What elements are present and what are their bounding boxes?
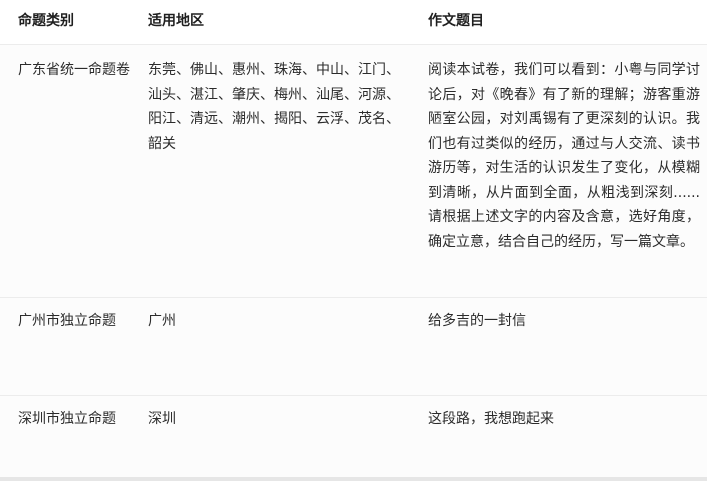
- row-category: 深圳市独立命题: [18, 411, 116, 427]
- row-region: 深圳: [148, 411, 176, 427]
- table-row: 广州市独立命题 广州 给多吉的一封信: [0, 297, 707, 396]
- row-prompt: 这段路，我想跑起来: [428, 411, 554, 427]
- row-region: 东莞、佛山、惠州、珠海、中山、江门、汕头、湛江、肇庆、梅州、汕尾、河源、阳江、清…: [148, 62, 400, 152]
- row-category: 广州市独立命题: [18, 313, 116, 329]
- header-region: 适用地区: [148, 13, 204, 29]
- row-prompt: 阅读本试卷，我们可以看到：小粤与同学讨论后，对《晚春》有了新的理解；游客重游陋室…: [428, 62, 700, 250]
- table-row: 广东省统一命题卷 东莞、佛山、惠州、珠海、中山、江门、汕头、湛江、肇庆、梅州、汕…: [0, 44, 707, 298]
- header-prompt: 作文题目: [428, 13, 484, 29]
- row-category: 广东省统一命题卷: [18, 62, 130, 78]
- horizontal-scrollbar[interactable]: [0, 477, 707, 481]
- header-category: 命题类别: [18, 13, 74, 29]
- table-header-row: 命题类别 适用地区 作文题目: [0, 0, 707, 44]
- essay-topic-table: 命题类别 适用地区 作文题目 广东省统一命题卷 东莞、佛山、惠州、珠海、中山、江…: [0, 0, 707, 481]
- row-prompt: 给多吉的一封信: [428, 313, 526, 329]
- table-row: 深圳市独立命题 深圳 这段路，我想跑起来: [0, 395, 707, 478]
- row-region: 广州: [148, 313, 176, 329]
